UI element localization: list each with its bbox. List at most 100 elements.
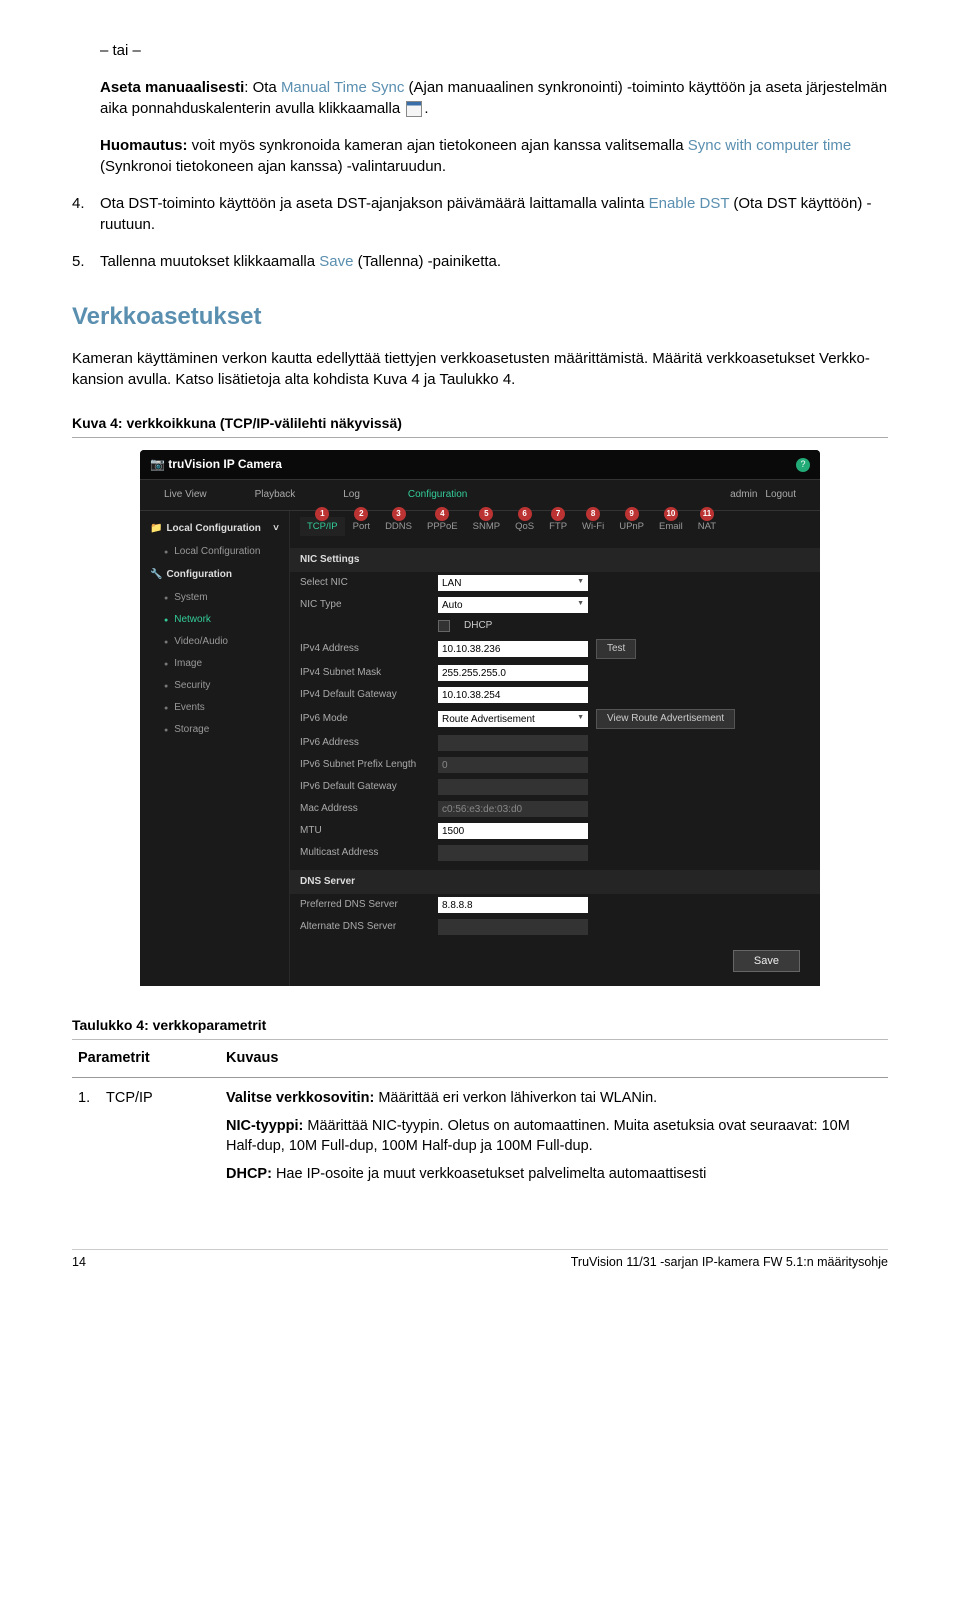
ipv6-mode-label: IPv6 Mode xyxy=(300,712,430,726)
tab-email[interactable]: 10Email xyxy=(652,517,690,536)
enable-dst-term: Enable DST xyxy=(649,195,730,212)
calendar-icon xyxy=(406,101,422,117)
row-number: 1. xyxy=(72,1077,100,1199)
badge-6: 6 xyxy=(518,507,532,521)
network-window-screenshot: 📷 truVision IP Camera ? Live View Playba… xyxy=(140,450,820,985)
view-route-button[interactable]: View Route Advertisement xyxy=(596,709,735,729)
save-term: Save xyxy=(319,253,353,270)
ipv4-mask-input[interactable]: 255.255.255.0 xyxy=(438,665,588,681)
shot-header: 📷 truVision IP Camera ? xyxy=(140,450,820,480)
sidebar-group-local[interactable]: 📁 Local Configuration ˅ xyxy=(140,517,289,541)
tab-snmp[interactable]: 5SNMP xyxy=(466,517,507,536)
label: Port xyxy=(353,521,370,532)
txt: Tallenna muutokset klikkaamalla xyxy=(100,253,319,270)
nav-log[interactable]: Log xyxy=(319,480,384,510)
tab-nat[interactable]: 11NAT xyxy=(691,517,723,536)
tab-tcpip[interactable]: 1TCP/IP xyxy=(300,517,345,536)
figure-caption: Kuva 4: verkkoikkuna (TCP/IP-välilehti n… xyxy=(72,414,888,434)
pref-dns-input[interactable]: 8.8.8.8 xyxy=(438,897,588,913)
logout-link[interactable]: Logout xyxy=(765,488,796,502)
sidebar-item-security[interactable]: Security xyxy=(140,675,289,697)
tab-ftp[interactable]: 7FTP xyxy=(542,517,574,536)
select-nic-dropdown[interactable]: LAN xyxy=(438,575,588,591)
ipv4-gw-input[interactable]: 10.10.38.254 xyxy=(438,687,588,703)
table-title: Taulukko 4: verkkoparametrit xyxy=(72,1016,888,1036)
select-nic-label: Select NIC xyxy=(300,576,430,590)
label: TCP/IP xyxy=(307,521,338,532)
page-number: 14 xyxy=(72,1254,86,1272)
ipv4-address-input[interactable]: 10.10.38.236 xyxy=(438,641,588,657)
label: SNMP xyxy=(473,521,500,532)
row-desc: Valitse verkkosovitin: Määrittää eri ver… xyxy=(220,1077,888,1199)
ipv6-prefix-label: IPv6 Subnet Prefix Length xyxy=(300,758,430,772)
dhcp-checkbox[interactable] xyxy=(438,620,450,632)
label: DDNS xyxy=(385,521,412,532)
tab-port[interactable]: 2Port xyxy=(346,517,377,536)
ipv6-addr-label: IPv6 Address xyxy=(300,736,430,750)
ipv6-mode-dropdown[interactable]: Route Advertisement xyxy=(438,711,588,727)
ipv6-gw-input[interactable] xyxy=(438,779,588,795)
brand-logo: 📷 truVision IP Camera xyxy=(150,456,282,473)
save-button[interactable]: Save xyxy=(733,950,800,972)
tab-qos[interactable]: 6QoS xyxy=(508,517,541,536)
txt: (Synkronoi tietokoneen ajan kanssa) -val… xyxy=(100,158,446,175)
sidebar-item-image[interactable]: Image xyxy=(140,653,289,675)
sidebar-item-system[interactable]: System xyxy=(140,587,289,609)
sidebar-item-network[interactable]: Network xyxy=(140,609,289,631)
multicast-input[interactable] xyxy=(438,845,588,861)
ipv6-addr-input[interactable] xyxy=(438,735,588,751)
sidebar-item-events[interactable]: Events xyxy=(140,697,289,719)
label: Local Configuration xyxy=(166,522,260,536)
label: PPPoE xyxy=(427,521,458,532)
tab-strip: 1TCP/IP 2Port 3DDNS 4PPPoE 5SNMP 6QoS 7F… xyxy=(290,511,820,542)
badge-1: 1 xyxy=(315,507,329,521)
th-desc: Kuvaus xyxy=(220,1040,888,1077)
badge-7: 7 xyxy=(551,507,565,521)
txt: Ota DST-toiminto käyttöön ja aseta DST-a… xyxy=(100,195,649,212)
label: Configuration xyxy=(166,568,232,582)
test-button[interactable]: Test xyxy=(596,639,636,659)
sidebar: 📁 Local Configuration ˅ Local Configurat… xyxy=(140,511,290,986)
sidebar-item-storage[interactable]: Storage xyxy=(140,719,289,741)
badge-8: 8 xyxy=(586,507,600,521)
step-4: 4. Ota DST-toiminto käyttöön ja aseta DS… xyxy=(72,193,888,235)
ipv4-gw-label: IPv4 Default Gateway xyxy=(300,688,430,702)
label: Wi-Fi xyxy=(582,521,604,532)
figure-rule xyxy=(72,437,888,438)
manual-time-sync-term: Manual Time Sync xyxy=(281,79,404,96)
alt-dns-input[interactable] xyxy=(438,919,588,935)
help-icon[interactable]: ? xyxy=(796,458,810,472)
multicast-label: Multicast Address xyxy=(300,846,430,860)
sidebar-item-video-audio[interactable]: Video/Audio xyxy=(140,631,289,653)
nav-live-view[interactable]: Live View xyxy=(140,480,231,510)
mtu-input[interactable]: 1500 xyxy=(438,823,588,839)
nic-type-dropdown[interactable]: Auto xyxy=(438,597,588,613)
sidebar-group-config[interactable]: 🔧 Configuration xyxy=(140,563,289,587)
badge-5: 5 xyxy=(479,507,493,521)
term: NIC-tyyppi: xyxy=(226,1118,303,1134)
params-table: Parametrit Kuvaus 1. TCP/IP Valitse verk… xyxy=(72,1039,888,1198)
nav-configuration[interactable]: Configuration xyxy=(384,480,491,510)
dns-server-title: DNS Server xyxy=(290,870,820,894)
nav-playback[interactable]: Playback xyxy=(231,480,320,510)
th-params: Parametrit xyxy=(72,1040,220,1077)
pref-dns-label: Preferred DNS Server xyxy=(300,898,430,912)
username-label: admin xyxy=(730,488,757,502)
tab-ddns[interactable]: 3DDNS xyxy=(378,517,419,536)
ipv6-prefix-input[interactable]: 0 xyxy=(438,757,588,773)
sidebar-item-local-config[interactable]: Local Configuration xyxy=(140,541,289,563)
manual-label: Aseta manuaalisesti xyxy=(100,79,244,96)
note-para: Huomautus: voit myös synkronoida kameran… xyxy=(100,135,888,177)
step-text: Ota DST-toiminto käyttöön ja aseta DST-a… xyxy=(100,193,888,235)
content-pane: 1TCP/IP 2Port 3DDNS 4PPPoE 5SNMP 6QoS 7F… xyxy=(290,511,820,986)
step-number: 5. xyxy=(72,251,100,272)
tab-upnp[interactable]: 9UPnP xyxy=(612,517,651,536)
section-intro: Kameran käyttäminen verkon kautta edelly… xyxy=(72,348,888,390)
alt-divider: – tai – xyxy=(100,40,888,61)
txt: Määrittää NIC-tyypin. Oletus on automaat… xyxy=(226,1118,850,1154)
section-heading: Verkkoasetukset xyxy=(72,300,888,334)
txt: : Ota xyxy=(244,79,281,96)
tab-wifi[interactable]: 8Wi-Fi xyxy=(575,517,611,536)
tab-pppoe[interactable]: 4PPPoE xyxy=(420,517,465,536)
badge-9: 9 xyxy=(625,507,639,521)
